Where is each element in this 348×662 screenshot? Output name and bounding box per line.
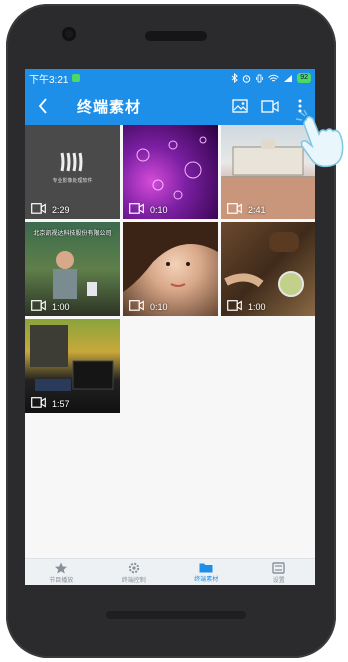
nav-item-terminal-media[interactable]: 终端素材: [170, 559, 243, 585]
video-icon: [129, 300, 144, 311]
app-screen: 下午3:21 92 终端素材 专业影像处理软件 2:29 0:10 2:41 北…: [25, 69, 315, 585]
page-title: 终端素材: [77, 98, 142, 116]
battery-indicator: 92: [297, 73, 311, 83]
notification-icon: [72, 74, 81, 82]
vibrate-icon: [256, 74, 264, 82]
video-icon: [227, 203, 242, 214]
nav-label: 设置: [272, 578, 285, 584]
front-camera: [62, 27, 76, 41]
back-button[interactable]: [25, 87, 61, 125]
bluetooth-icon: [231, 73, 239, 83]
settings-icon: [272, 562, 285, 574]
nav-label: 终端控制: [121, 578, 146, 584]
folder-icon: [199, 563, 213, 573]
video-duration: 2:29: [52, 205, 70, 215]
status-bar: 下午3:21 92: [25, 69, 315, 87]
media-tile[interactable]: 专业影像处理软件 2:29: [25, 125, 120, 219]
video-duration: 0:10: [150, 302, 168, 312]
logo-icon: [60, 152, 83, 172]
pointing-hand-icon: [296, 110, 344, 168]
media-tile[interactable]: 0:10: [123, 125, 218, 219]
earpiece-speaker: [145, 31, 207, 41]
video-icon: [227, 300, 242, 311]
video-duration: 0:10: [150, 205, 168, 215]
nav-item-terminal-control[interactable]: 终端控制: [98, 559, 171, 585]
video-icon: [31, 397, 46, 408]
bottom-navigation: 节目播放 终端控制 终端素材 设置: [25, 558, 315, 585]
app-toolbar: 终端素材: [25, 87, 315, 125]
nav-item-program[interactable]: 节目播放: [25, 559, 98, 585]
chevron-left-icon: [38, 98, 47, 114]
media-grid: 专业影像处理软件 2:29 0:10 2:41 北京凯视达科技股份有限公司 1:…: [25, 125, 315, 413]
wifi-icon: [268, 74, 280, 81]
video-duration: 2:41: [248, 205, 266, 215]
nav-item-settings[interactable]: 设置: [243, 559, 316, 585]
media-tile[interactable]: 北京凯视达科技股份有限公司 1:00: [25, 222, 120, 316]
video-icon: [31, 300, 46, 311]
video-icon: [31, 203, 46, 214]
star-icon: [55, 562, 68, 574]
nav-label: 节目播放: [49, 578, 74, 584]
image-icon: [232, 99, 248, 113]
image-filter-button[interactable]: [225, 87, 255, 125]
media-tile[interactable]: 1:57: [25, 319, 120, 413]
status-time: 下午3:21: [29, 74, 69, 86]
video-icon: [261, 99, 279, 113]
alarm-icon: [243, 74, 251, 83]
phone-bottom-bezel: [106, 611, 246, 619]
video-duration: 1:00: [52, 302, 70, 312]
media-tile[interactable]: 1:00: [221, 222, 315, 316]
tile-brand-text: 专业影像处理软件: [52, 178, 93, 184]
nav-label: 终端素材: [194, 577, 219, 583]
video-icon: [129, 203, 144, 214]
status-icons: 92: [231, 73, 311, 83]
video-duration: 1:00: [248, 302, 266, 312]
video-duration: 1:57: [52, 399, 70, 409]
gear-icon: [128, 562, 139, 574]
signal-icon: [284, 74, 293, 82]
media-tile[interactable]: 0:10: [123, 222, 218, 316]
video-filter-button[interactable]: [255, 87, 285, 125]
